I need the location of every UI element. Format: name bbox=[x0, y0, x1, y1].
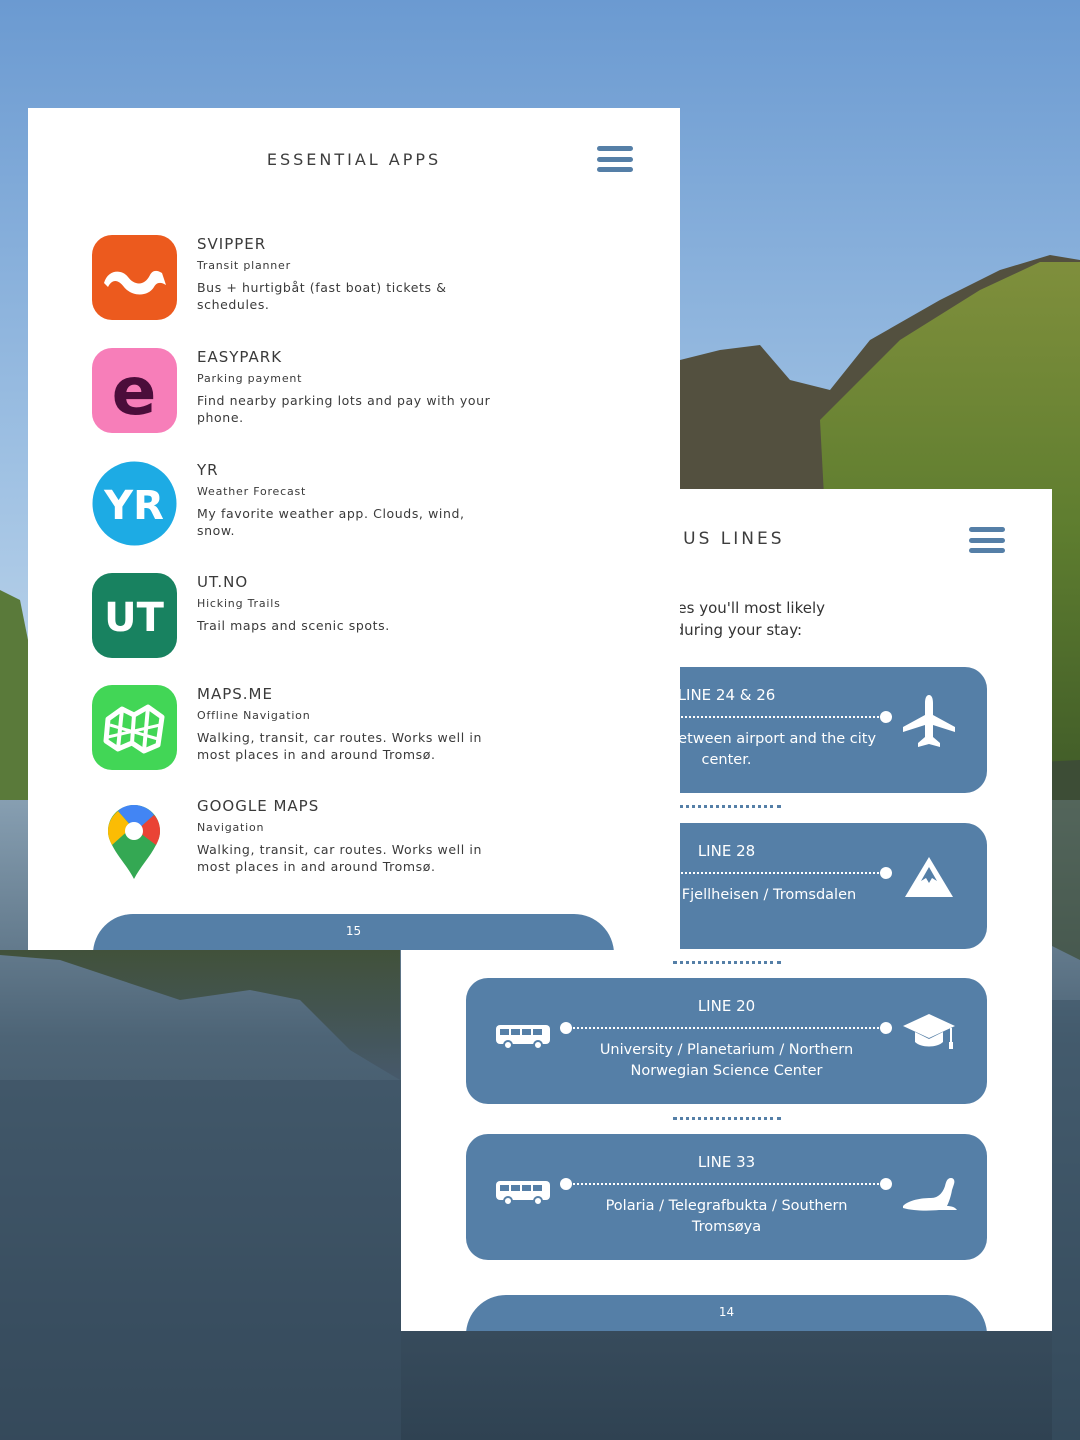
app-description: Bus + hurtigbåt (fast boat) tickets & sc… bbox=[197, 280, 447, 312]
app-item-yr[interactable]: YR YR Weather Forecast My favorite weath… bbox=[92, 461, 532, 551]
app-item-svipper[interactable]: SVIPPER Transit planner Bus + hurtigbåt … bbox=[92, 235, 532, 325]
app-name: MAPS.ME bbox=[197, 685, 273, 703]
bus-line-card[interactable]: LINE 20 University / Planetarium / North… bbox=[466, 978, 987, 1104]
route-dots bbox=[566, 1183, 886, 1185]
app-description: My favorite weather app. Clouds, wind, s… bbox=[197, 506, 465, 538]
dotted-separator bbox=[673, 805, 781, 808]
page-number: 15 bbox=[93, 914, 614, 950]
essential-apps-title: ESSENTIAL APPS bbox=[266, 150, 442, 169]
svg-text:YR: YR bbox=[103, 483, 164, 529]
app-category: Parking payment bbox=[197, 372, 303, 385]
route-end-dot bbox=[880, 1022, 892, 1034]
graduation-cap-icon bbox=[903, 1014, 955, 1049]
app-category: Navigation bbox=[197, 821, 265, 834]
app-name: EASYPARK bbox=[197, 348, 283, 366]
route-end-dot bbox=[880, 867, 892, 879]
app-item-easypark[interactable]: e EASYPARK Parking payment Find nearby p… bbox=[92, 348, 532, 438]
app-category: Weather Forecast bbox=[197, 485, 307, 498]
dotted-separator bbox=[673, 961, 781, 964]
bus-icon bbox=[496, 1025, 550, 1050]
hamburger-menu-icon[interactable] bbox=[597, 146, 633, 172]
app-description: Trail maps and scenic spots. bbox=[197, 618, 390, 633]
svg-text:e: e bbox=[112, 353, 157, 430]
app-category: Offline Navigation bbox=[197, 709, 311, 722]
app-name: UT.NO bbox=[197, 573, 249, 591]
app-item-ut-no[interactable]: UT UT.NO Hicking Trails Trail maps and s… bbox=[92, 573, 532, 663]
app-item-google-maps[interactable]: GOOGLE MAPS Navigation Walking, transit,… bbox=[92, 797, 532, 887]
hamburger-menu-icon[interactable] bbox=[969, 527, 1005, 553]
app-description: Find nearby parking lots and pay with yo… bbox=[197, 393, 491, 425]
page-number: 14 bbox=[466, 1295, 987, 1331]
ut-icon: UT bbox=[92, 573, 177, 658]
app-name: GOOGLE MAPS bbox=[197, 797, 320, 815]
bus-line-desc: Polaria / Telegrafbukta / Southern Troms… bbox=[605, 1198, 848, 1235]
route-end-dot bbox=[880, 711, 892, 723]
route-dots bbox=[566, 1027, 886, 1029]
essential-apps-page: ESSENTIAL APPS SVIPPER Transit planner B… bbox=[28, 108, 680, 950]
route-end-dot bbox=[880, 1178, 892, 1190]
yr-icon: YR bbox=[92, 461, 177, 546]
app-category: Hicking Trails bbox=[197, 597, 281, 610]
route-start-dot bbox=[560, 1022, 572, 1034]
bus-icon bbox=[496, 1181, 550, 1206]
easypark-icon: e bbox=[92, 348, 177, 433]
app-description: Walking, transit, car routes. Works well… bbox=[197, 730, 482, 762]
app-item-maps-me[interactable]: MAPS.ME Offline Navigation Walking, tran… bbox=[92, 685, 532, 775]
app-name: SVIPPER bbox=[197, 235, 267, 253]
app-name: YR bbox=[197, 461, 219, 479]
seal-icon bbox=[903, 1178, 957, 1211]
dotted-separator bbox=[673, 1117, 781, 1120]
svipper-icon bbox=[92, 235, 177, 320]
route-start-dot bbox=[560, 1178, 572, 1190]
airplane-icon bbox=[903, 695, 955, 747]
svg-text:UT: UT bbox=[104, 595, 164, 641]
bus-line-desc: University / Planetarium / Northern Norw… bbox=[599, 1042, 854, 1079]
app-description: Walking, transit, car routes. Works well… bbox=[197, 842, 482, 874]
bus-line-card[interactable]: LINE 33 Polaria / Telegrafbukta / Southe… bbox=[466, 1134, 987, 1260]
google-maps-icon bbox=[108, 805, 160, 879]
mapsme-icon bbox=[92, 685, 177, 770]
app-category: Transit planner bbox=[197, 259, 291, 272]
mountain-icon bbox=[905, 857, 953, 897]
